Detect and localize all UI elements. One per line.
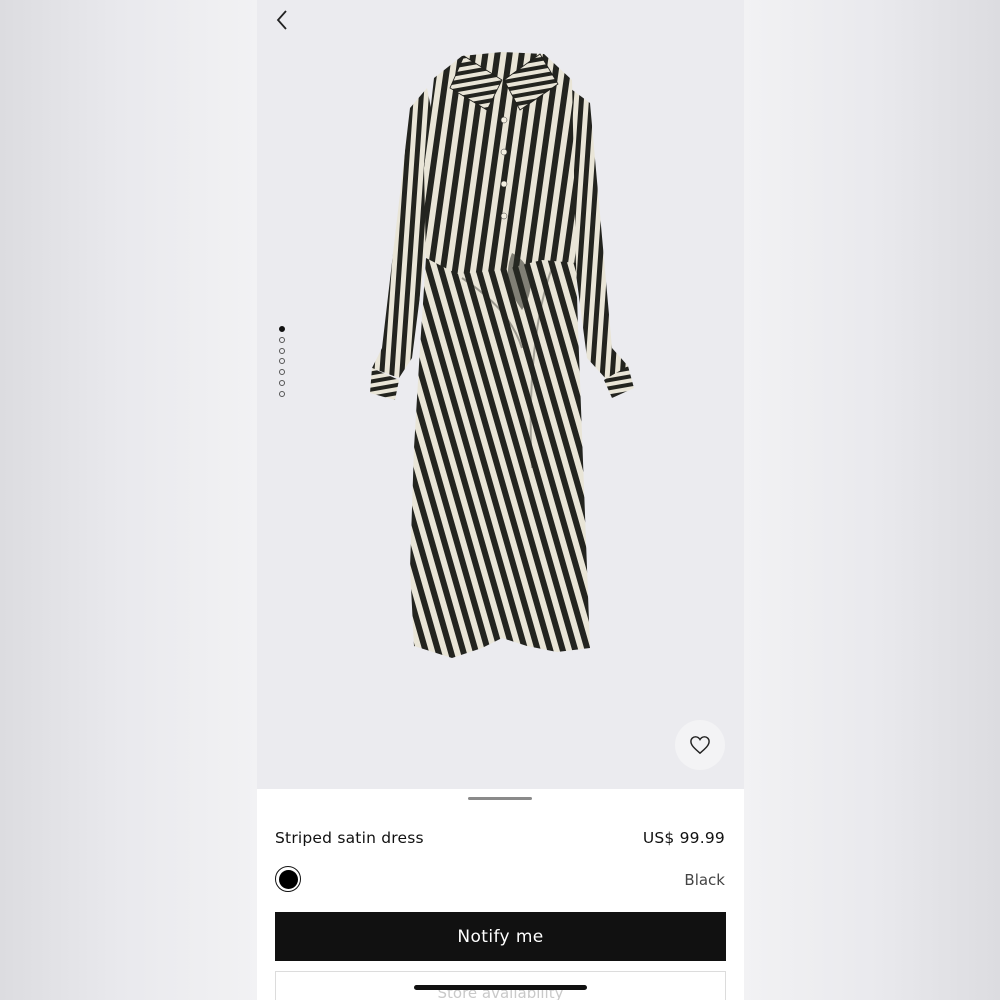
notify-me-button[interactable]: Notify me (275, 912, 726, 961)
product-title: Striped satin dress (275, 829, 424, 847)
pagination-dot[interactable] (279, 358, 285, 365)
product-image[interactable] (362, 48, 642, 668)
favorite-button[interactable] (675, 720, 725, 770)
back-button[interactable] (269, 6, 295, 34)
color-name: Black (684, 871, 725, 889)
image-pagination[interactable] (279, 326, 289, 402)
pagination-dot[interactable] (279, 369, 285, 376)
sheet-grabber[interactable] (468, 797, 532, 800)
pagination-dot[interactable] (279, 326, 285, 332)
product-sheet: Striped satin dress US$ 99.99 Black Noti… (257, 789, 744, 1000)
pagination-dot[interactable] (279, 347, 285, 354)
product-screen: Striped satin dress US$ 99.99 Black Noti… (257, 0, 744, 1000)
pagination-dot[interactable] (279, 379, 285, 386)
heart-icon (690, 736, 710, 755)
chevron-left-icon (276, 10, 287, 30)
pagination-dot[interactable] (279, 336, 285, 343)
striped-dress-image (370, 52, 634, 658)
color-swatch-fill (278, 869, 298, 889)
pagination-dot[interactable] (279, 390, 285, 397)
color-swatch[interactable] (275, 866, 301, 892)
home-indicator (414, 985, 587, 990)
product-price: US$ 99.99 (642, 829, 725, 847)
